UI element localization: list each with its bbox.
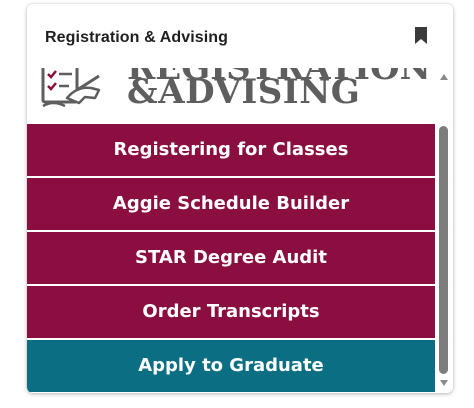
- scroll-down-arrow-icon[interactable]: [440, 380, 448, 386]
- apply-to-graduate-button[interactable]: Apply to Graduate: [27, 340, 435, 392]
- scrollbar-thumb[interactable]: [439, 126, 448, 374]
- registering-for-classes-button[interactable]: Registering for Classes: [27, 124, 435, 176]
- card-header: Registration & Advising: [27, 4, 453, 68]
- registration-advising-card: Registration & Advising REGISTRATION &AD…: [27, 4, 453, 393]
- bookmark-icon[interactable]: [415, 27, 427, 44]
- registration-advising-banner: REGISTRATION &ADVISING: [27, 68, 435, 124]
- aggie-schedule-builder-button[interactable]: Aggie Schedule Builder: [27, 178, 435, 230]
- scroll-content: REGISTRATION &ADVISING Registering for C…: [27, 68, 435, 393]
- star-degree-audit-button[interactable]: STAR Degree Audit: [27, 232, 435, 284]
- document-pen-icon: [41, 68, 101, 108]
- order-transcripts-button[interactable]: Order Transcripts: [27, 286, 435, 338]
- card-title: Registration & Advising: [45, 29, 229, 46]
- scroll-up-arrow-icon[interactable]: [440, 74, 448, 80]
- vertical-scrollbar[interactable]: [435, 68, 453, 393]
- banner-subheading: &ADVISING: [127, 72, 361, 112]
